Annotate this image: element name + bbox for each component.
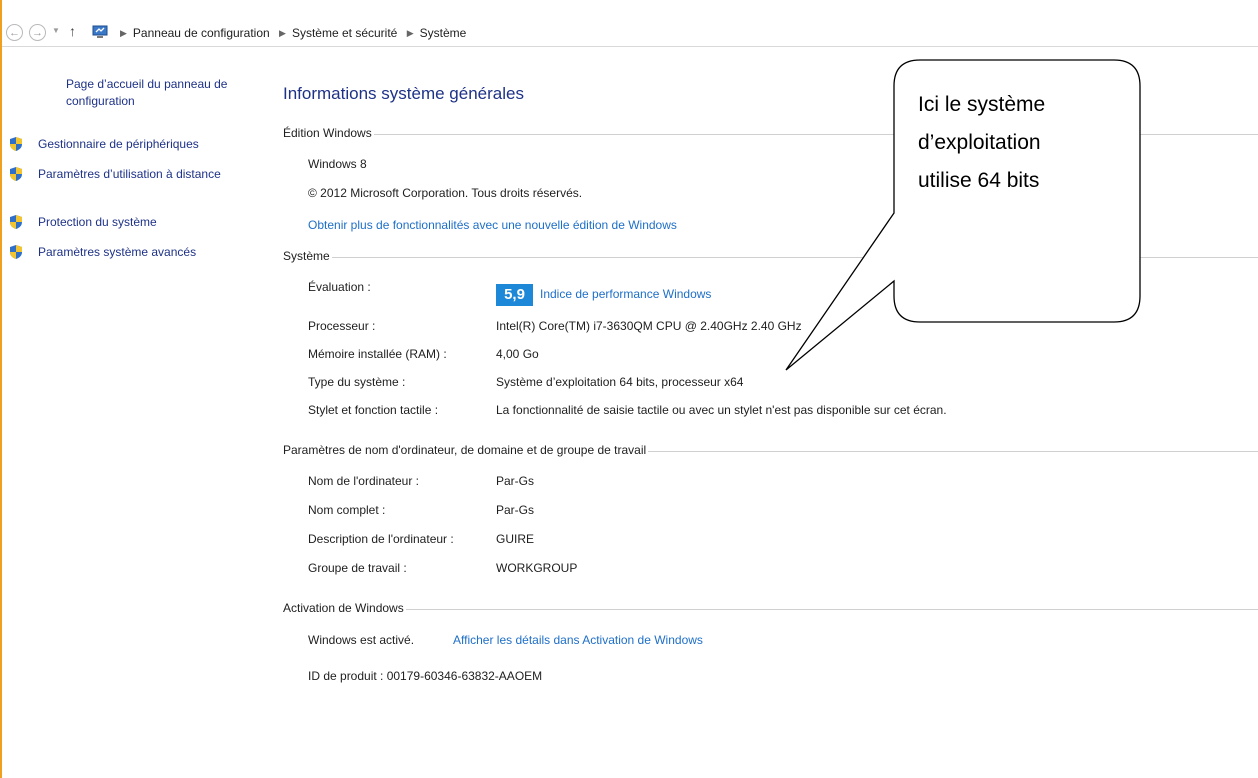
- system-type-label: Type du système :: [308, 375, 406, 389]
- breadcrumb: ▶ Panneau de configuration ▶ Système et sé…: [114, 26, 466, 40]
- performance-score-badge[interactable]: 5,9: [496, 284, 533, 306]
- section-heading: Système: [283, 249, 332, 263]
- workgroup-value: WORKGROUP: [496, 561, 578, 575]
- product-id: ID de produit : 00179-60346-63832-AAOEM: [308, 669, 543, 683]
- workgroup-label: Groupe de travail :: [308, 561, 407, 575]
- activation-details-link[interactable]: Afficher les détails dans Activation de …: [453, 633, 703, 647]
- copyright-text: © 2012 Microsoft Corporation. Tous droit…: [308, 186, 583, 200]
- system-type-value: Système d’exploitation 64 bits, processe…: [496, 375, 744, 389]
- processor-label: Processeur :: [308, 319, 376, 333]
- activation-status: Windows est activé.: [308, 633, 415, 647]
- breadcrumb-item-control-panel[interactable]: Panneau de configuration: [133, 26, 270, 40]
- section-divider: [283, 609, 1258, 610]
- ram-value: 4,00 Go: [496, 347, 539, 361]
- section-activation: Activation de Windows: [283, 601, 1258, 617]
- breadcrumb-item-system[interactable]: Système: [420, 26, 467, 40]
- callout-text: Ici le système d’exploitation utilise 64…: [918, 86, 1128, 200]
- section-system: Système: [283, 249, 1258, 265]
- uac-shield-icon: [10, 137, 22, 151]
- sidebar-item-label: Gestionnaire de périphériques: [38, 137, 199, 151]
- window-frame-edge: [0, 0, 2, 778]
- uac-shield-icon: [10, 167, 22, 181]
- upgrade-edition-link[interactable]: Obtenir plus de fonctionnalités avec une…: [308, 218, 677, 232]
- callout-line: Ici le système: [918, 93, 1046, 116]
- section-heading: Édition Windows: [283, 126, 374, 140]
- section-heading: Activation de Windows: [283, 601, 406, 615]
- breadcrumb-item-system-security[interactable]: Système et sécurité: [292, 26, 397, 40]
- computer-name-label: Nom de l'ordinateur :: [308, 474, 420, 488]
- edition-name: Windows 8: [308, 157, 367, 171]
- description-value: GUIRE: [496, 532, 535, 546]
- callout-line: d’exploitation: [918, 131, 1041, 154]
- description-label: Description de l'ordinateur :: [308, 532, 454, 546]
- control-panel-icon: [92, 25, 108, 38]
- performance-index-link[interactable]: Indice de performance Windows: [540, 287, 711, 301]
- control-panel-home-link[interactable]: Page d’accueil du panneau de configurati…: [66, 76, 248, 110]
- up-arrow-icon[interactable]: ↑: [69, 23, 76, 39]
- page-title: Informations système générales: [283, 84, 524, 103]
- full-name-value: Par-Gs: [496, 503, 535, 517]
- uac-shield-icon: [10, 215, 22, 229]
- pen-touch-value: La fonctionnalité de saisie tactile ou a…: [496, 403, 947, 417]
- section-computer-name: Paramètres de nom d'ordinateur, de domai…: [283, 443, 1258, 459]
- sidebar-item-label: Paramètres système avancés: [38, 245, 197, 259]
- breadcrumb-separator-icon: ▶: [279, 28, 286, 38]
- uac-shield-icon: [10, 245, 22, 259]
- sidebar-item-label: Protection du système: [38, 215, 157, 229]
- back-arrow-icon[interactable]: ←: [6, 24, 23, 41]
- computer-name-value: Par-Gs: [496, 474, 535, 488]
- section-divider: [283, 257, 1258, 258]
- full-name-label: Nom complet :: [308, 503, 386, 517]
- callout-line: utilise 64 bits: [918, 169, 1040, 192]
- breadcrumb-separator-icon: ▶: [120, 28, 127, 38]
- sidebar-item-label: Paramètres d’utilisation à distance: [38, 167, 221, 181]
- pen-touch-label: Stylet et fonction tactile :: [308, 403, 439, 417]
- recent-locations-chevron-icon[interactable]: ▼: [52, 26, 60, 35]
- processor-value: Intel(R) Core(TM) i7-3630QM CPU @ 2.40GH…: [496, 319, 802, 333]
- forward-arrow-icon[interactable]: →: [29, 24, 46, 41]
- address-bar[interactable]: ← → ▼ ↑ ▶ Panneau de configuration ▶ Systè…: [2, 20, 1258, 47]
- rating-label: Évaluation :: [308, 280, 371, 294]
- ram-label: Mémoire installée (RAM) :: [308, 347, 447, 361]
- breadcrumb-separator-icon: ▶: [406, 28, 414, 38]
- section-heading: Paramètres de nom d'ordinateur, de domai…: [283, 443, 649, 457]
